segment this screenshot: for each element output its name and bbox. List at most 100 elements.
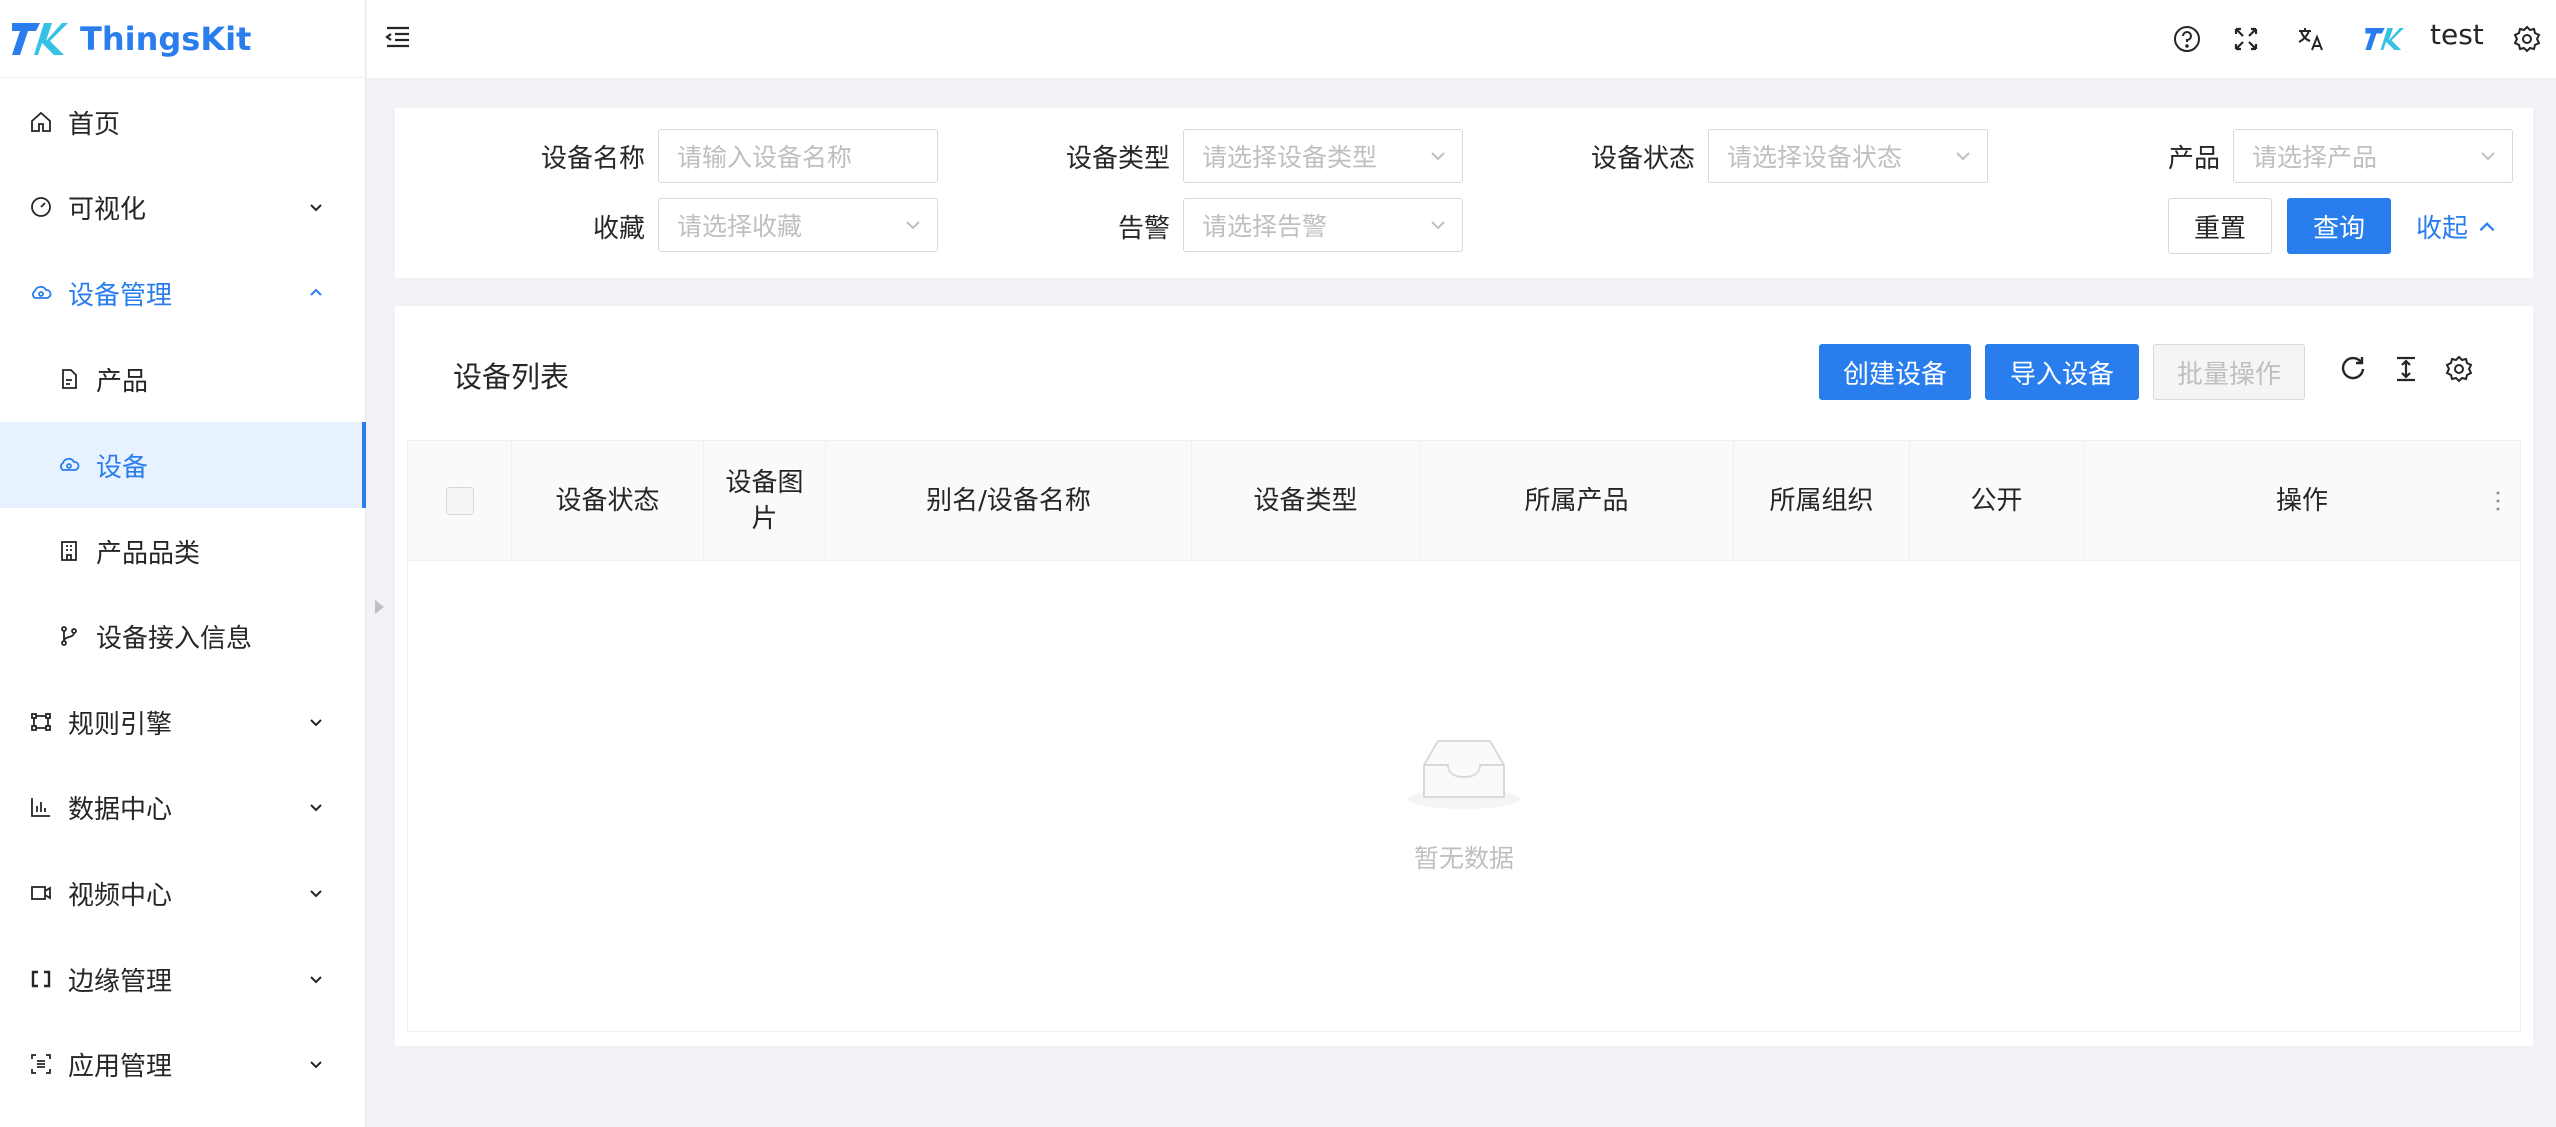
device-cloud-icon [28, 280, 54, 306]
building-icon [56, 538, 82, 564]
refresh-icon[interactable] [2336, 352, 2370, 386]
device-status-label: 设备状态 [1590, 144, 1695, 174]
favorite-select[interactable]: 请选择收藏 [658, 198, 938, 252]
chevron-down-icon [310, 1061, 322, 1069]
help-icon[interactable] [2170, 22, 2204, 56]
batch-operation-button[interactable]: 批量操作 [2153, 344, 2305, 400]
empty-text: 暂无数据 [1413, 844, 1514, 873]
sidebar-item-label: 设备接入信息 [96, 623, 253, 654]
thingskit-logo-icon [12, 22, 68, 55]
sidebar-item-device[interactable]: 设备 [0, 422, 366, 508]
avatar-logo-icon[interactable] [2363, 22, 2405, 56]
device-name-input[interactable]: 请输入设备名称 [658, 129, 938, 183]
device-type-label: 设备类型 [1065, 144, 1170, 174]
chevron-down-icon [310, 204, 322, 212]
device-name-label: 设备名称 [540, 144, 645, 174]
branch-icon [56, 623, 82, 649]
device-status-select[interactable]: 请选择设备状态 [1708, 129, 1988, 183]
column-settings-icon[interactable] [2442, 352, 2476, 386]
settings-icon[interactable] [2510, 22, 2544, 56]
sidebar-item-label: 视频中心 [68, 880, 173, 911]
chevron-up-icon [310, 288, 322, 296]
top-header: test [367, 0, 2556, 78]
create-device-button[interactable]: 创建设备 [1819, 344, 1971, 400]
sidebar-item-home[interactable]: 首页 [0, 79, 366, 165]
column-header-organization[interactable]: 所属组织 [1734, 441, 1910, 561]
favorite-label: 收藏 [592, 214, 645, 244]
device-type-select[interactable]: 请选择设备类型 [1183, 129, 1463, 183]
app-name: ThingsKit [80, 19, 252, 58]
sidebar-item-label: 规则引擎 [68, 709, 173, 740]
chevron-down-icon [310, 976, 322, 984]
sidebar-item-product-category[interactable]: 产品品类 [0, 508, 366, 594]
select-all-checkbox[interactable] [445, 487, 474, 515]
username[interactable]: test [2430, 18, 2484, 51]
import-device-button[interactable]: 导入设备 [1985, 344, 2139, 400]
product-select[interactable]: 请选择产品 [2233, 129, 2513, 183]
placeholder-text: 请选择设备状态 [1727, 143, 1903, 172]
query-button[interactable]: 查询 [2287, 198, 2391, 254]
sidebar-collapse-handle-icon[interactable] [372, 596, 386, 618]
sidebar-item-app-management[interactable]: 应用管理 [0, 1021, 366, 1107]
column-header-public[interactable]: 公开 [1910, 441, 2084, 561]
column-header-status[interactable]: 设备状态 [512, 441, 704, 561]
column-header-type[interactable]: 设备类型 [1192, 441, 1420, 561]
placeholder-text: 请选择收藏 [677, 212, 803, 241]
fullscreen-icon[interactable] [2229, 22, 2263, 56]
rule-icon [28, 709, 54, 735]
chevron-down-icon [1431, 152, 1445, 161]
sidebar-item-data-center[interactable]: 数据中心 [0, 764, 366, 850]
filter-panel: 设备名称 请输入设备名称 设备类型 请选择设备类型 设备状态 请选择设备状态 产… [395, 108, 2533, 278]
sidebar: ThingsKit 首页 可视化 设备管理 产品 设备 产品品类 设备接入信息 … [0, 0, 366, 1127]
app-icon [28, 1051, 54, 1077]
edge-icon [28, 966, 54, 992]
chevron-down-icon [1956, 152, 1970, 161]
video-icon [28, 880, 54, 906]
sidebar-item-device-access-info[interactable]: 设备接入信息 [0, 593, 366, 679]
column-header-actions[interactable]: 操作 [2084, 441, 2520, 561]
chevron-down-icon [310, 890, 322, 898]
sidebar-item-label: 产品品类 [96, 538, 201, 569]
chevron-down-icon [310, 804, 322, 812]
sidebar-item-device-management[interactable]: 设备管理 [0, 250, 366, 336]
sidebar-item-edge-management[interactable]: 边缘管理 [0, 936, 366, 1022]
alarm-select[interactable]: 请选择告警 [1183, 198, 1463, 252]
product-label: 产品 [2167, 144, 2220, 174]
sidebar-item-label: 应用管理 [68, 1051, 173, 1082]
chevron-down-icon [310, 719, 322, 727]
menu-fold-icon[interactable] [383, 22, 413, 52]
sidebar-item-label: 产品 [96, 366, 149, 397]
sidebar-item-product[interactable]: 产品 [0, 336, 366, 422]
collapse-link[interactable]: 收起 [2416, 208, 2498, 245]
placeholder-text: 请选择产品 [2252, 143, 2378, 172]
column-header-image[interactable]: 设备图 片 [704, 441, 826, 561]
chevron-down-icon [2481, 152, 2495, 161]
column-resize-handle-icon[interactable] [2494, 489, 2502, 513]
placeholder-text: 请输入设备名称 [677, 143, 853, 172]
sidebar-item-rule-engine[interactable]: 规则引擎 [0, 679, 366, 765]
collapse-label: 收起 [2416, 214, 2469, 244]
sidebar-item-label: 边缘管理 [68, 966, 173, 997]
app-logo[interactable]: ThingsKit [0, 0, 365, 78]
column-header-name[interactable]: 别名/设备名称 [826, 441, 1192, 561]
column-height-icon[interactable] [2389, 352, 2423, 386]
device-table-panel: 设备列表 创建设备 导入设备 批量操作 设备状态 设备图 片 别名/设备名称 设… [395, 306, 2533, 1046]
bar-chart-icon [28, 794, 54, 820]
chevron-down-icon [906, 221, 920, 230]
sidebar-item-label: 首页 [68, 109, 121, 140]
sidebar-item-label: 设备管理 [68, 280, 173, 311]
reset-button[interactable]: 重置 [2168, 198, 2272, 254]
placeholder-text: 请选择告警 [1202, 212, 1328, 241]
home-icon [28, 109, 54, 135]
device-cloud-icon [56, 452, 82, 478]
sidebar-item-label: 可视化 [68, 194, 147, 225]
sidebar-item-video-center[interactable]: 视频中心 [0, 850, 366, 936]
sidebar-item-visualization[interactable]: 可视化 [0, 164, 366, 250]
dashboard-icon [28, 194, 54, 220]
column-header-product[interactable]: 所属产品 [1420, 441, 1734, 561]
placeholder-text: 请选择设备类型 [1202, 143, 1378, 172]
chevron-down-icon [1431, 221, 1445, 230]
chevron-up-icon [2479, 221, 2495, 231]
empty-state: 暂无数据 [408, 561, 2520, 1031]
translate-icon[interactable] [2294, 22, 2328, 56]
